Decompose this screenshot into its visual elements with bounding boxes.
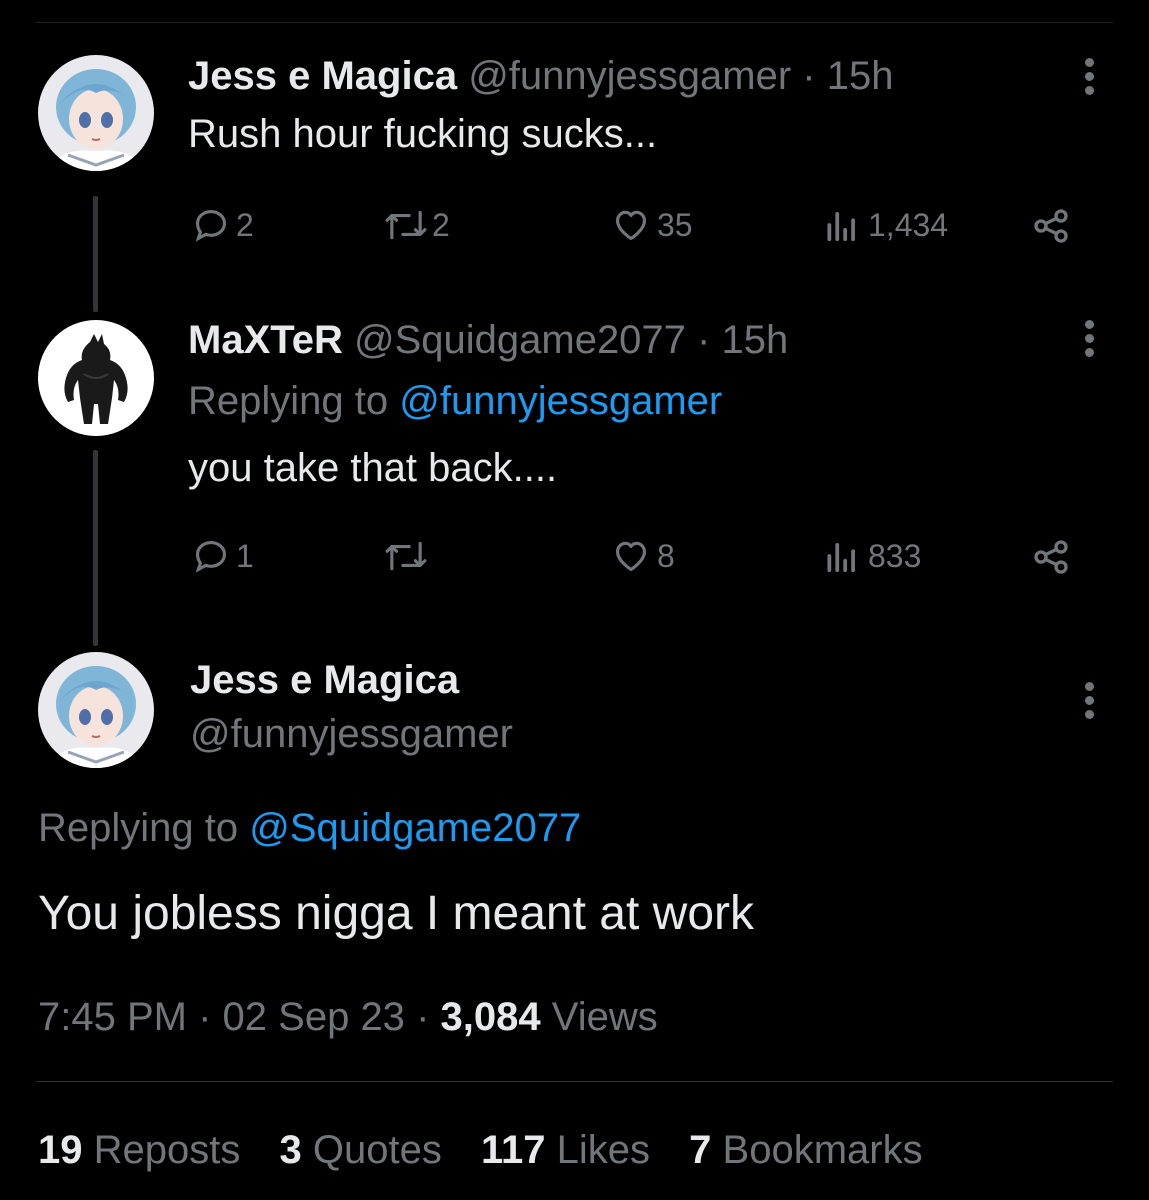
reply-button[interactable]: 1 <box>192 537 254 575</box>
more-dots-icon[interactable] <box>1076 680 1104 724</box>
replying-prefix: Replying to <box>188 379 389 423</box>
handle[interactable]: @Squidgame2077 <box>354 318 686 362</box>
separator: · <box>198 995 212 1039</box>
display-name[interactable]: Jess e Magica <box>188 54 457 98</box>
views-count: 1,434 <box>868 206 949 243</box>
quotes-stat[interactable]: 3 Quotes <box>280 1128 453 1172</box>
separator: · <box>416 995 430 1039</box>
reply-count: 1 <box>236 537 254 574</box>
reply-icon <box>195 540 227 573</box>
quotes-count: 3 <box>279 1128 302 1172</box>
reply-button[interactable]: 2 <box>192 206 254 244</box>
views-count: 833 <box>868 537 922 574</box>
bookmarks-stat[interactable]: 7 Bookmarks <box>689 1128 922 1172</box>
avatar-maxter[interactable] <box>38 320 154 436</box>
like-button[interactable]: 8 <box>611 537 675 575</box>
repost-button[interactable]: 2 <box>384 206 450 244</box>
display-name[interactable]: Jess e Magica <box>190 658 459 703</box>
views-button[interactable]: 833 <box>822 537 921 575</box>
tweet-2-header: MaXTeR @Squidgame2077 · 15h <box>188 318 788 363</box>
timestamp[interactable]: 7:45 PM <box>38 995 187 1039</box>
thread-line <box>93 450 98 646</box>
bookmarks-count: 7 <box>689 1128 712 1172</box>
replying-handle-link[interactable]: @funnyjessgamer <box>399 379 722 423</box>
avatar-jess[interactable] <box>38 55 154 171</box>
analytics-icon <box>827 543 855 573</box>
date[interactable]: 02 Sep 23 <box>223 995 405 1039</box>
share-button[interactable] <box>1028 206 1074 246</box>
like-count: 8 <box>657 537 675 574</box>
separator: · <box>802 54 816 98</box>
repost-button[interactable] <box>384 537 432 575</box>
analytics-icon <box>827 212 855 242</box>
quotes-label: Quotes <box>312 1128 442 1172</box>
replying-prefix: Replying to <box>38 806 239 850</box>
share-icon <box>1034 540 1068 574</box>
share-icon <box>1034 209 1068 243</box>
repost-count: 2 <box>432 206 450 243</box>
stats-divider <box>36 1081 1113 1082</box>
like-button[interactable]: 35 <box>611 206 693 244</box>
tweet-1-header: Jess e Magica @funnyjessgamer · 15h <box>188 54 893 99</box>
repost-icon <box>385 210 427 240</box>
likes-count: 117 <box>480 1128 546 1172</box>
views-button[interactable]: 1,434 <box>822 206 948 244</box>
repost-icon <box>385 541 427 571</box>
main-tweet-text: You jobless nigga I meant at work <box>38 887 754 940</box>
replying-to: Replying to @funnyjessgamer <box>188 379 722 424</box>
heart-icon <box>615 210 647 241</box>
replying-handle-link[interactable]: @Squidgame2077 <box>249 806 581 850</box>
handle[interactable]: @funnyjessgamer <box>468 54 791 98</box>
more-dots-icon[interactable] <box>1076 318 1104 362</box>
stats-bar: 19 Reposts 3 Quotes 117 Likes 7 Bookmark… <box>38 1128 923 1173</box>
replying-to: Replying to @Squidgame2077 <box>38 806 581 851</box>
reply-icon <box>195 209 227 242</box>
like-count: 35 <box>657 206 693 243</box>
more-dots-icon[interactable] <box>1076 56 1104 100</box>
views-label: Views <box>551 995 658 1039</box>
timestamp[interactable]: 15h <box>722 318 789 362</box>
heart-icon <box>615 541 647 572</box>
likes-label: Likes <box>556 1128 651 1172</box>
bookmarks-label: Bookmarks <box>722 1128 923 1172</box>
reposts-count: 19 <box>38 1128 83 1172</box>
likes-stat[interactable]: 117 Likes <box>481 1128 661 1172</box>
top-divider <box>36 22 1113 23</box>
share-button[interactable] <box>1028 537 1074 577</box>
tweet-1-text: Rush hour fucking sucks... <box>188 112 658 156</box>
handle[interactable]: @funnyjessgamer <box>190 712 513 757</box>
views-count: 3,084 <box>440 995 541 1039</box>
tweet-2-text: you take that back.... <box>188 446 558 490</box>
reply-count: 2 <box>236 206 254 243</box>
display-name[interactable]: MaXTeR <box>188 318 343 362</box>
timestamp[interactable]: 15h <box>827 54 894 98</box>
tweet-meta: 7:45 PM · 02 Sep 23 · 3,084 Views <box>38 995 658 1040</box>
reposts-stat[interactable]: 19 Reposts <box>38 1128 252 1172</box>
thread-line <box>93 196 98 312</box>
separator: · <box>697 318 711 362</box>
reposts-label: Reposts <box>93 1128 241 1172</box>
avatar-jess[interactable] <box>38 652 154 768</box>
